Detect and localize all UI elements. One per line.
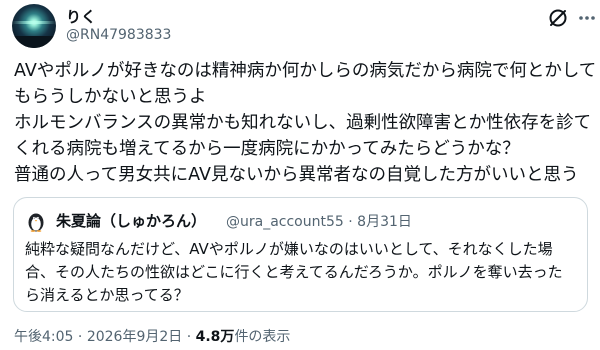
quoted-text-line: ら消えるとか思ってる？ bbox=[25, 286, 189, 304]
tweet-text-line: ホルモンバランスの異常かも知れないし、過剰性欲障害とか性依存を診て bbox=[14, 113, 592, 133]
more-icon[interactable] bbox=[578, 10, 596, 26]
quoted-author-handle[interactable]: @ura_account55 bbox=[226, 214, 344, 230]
avatar-glow bbox=[12, 21, 56, 24]
footer-separator: · bbox=[186, 329, 192, 345]
author-avatar[interactable] bbox=[12, 4, 56, 48]
penguin-icon[interactable] bbox=[25, 210, 47, 232]
avatar-ground bbox=[12, 36, 56, 48]
quoted-tweet-text: 純粋な疑問なんだけど、AVやポルノが嫌いなのはいいとして、それなくした場 合、そ… bbox=[25, 238, 581, 307]
tweet-text-line: もらうしかないと思うよ bbox=[14, 87, 207, 107]
quoted-text-line: 合、その人たちの性欲はどこに行くと考えてるんだろうか。ポルノを奪い去った bbox=[25, 263, 563, 281]
quoted-meta-separator: · bbox=[348, 214, 353, 230]
views-count[interactable]: 4.8万 bbox=[196, 329, 235, 345]
grok-icon[interactable] bbox=[547, 7, 569, 29]
quoted-tweet[interactable]: 朱夏論（しゅかろん） @ura_account55 · 8月31日 純粋な疑問な… bbox=[13, 197, 588, 312]
tweet-time[interactable]: 午後4:05 bbox=[14, 329, 73, 345]
views-label: 件の表示 bbox=[234, 329, 291, 345]
tweet-text-line: くれる病院も増えてるから一度病院にかかってみたらどうかな？ bbox=[14, 139, 520, 159]
tweet-date[interactable]: 2026年9月2日 bbox=[87, 329, 182, 345]
author-handle[interactable]: @RN47983833 bbox=[66, 27, 171, 43]
quoted-author-meta: @ura_account55 · 8月31日 bbox=[226, 211, 412, 231]
tweet-card: りく @RN47983833 AVやポルノが好きなのは精神病か何かしらの病気だか… bbox=[0, 0, 600, 350]
quoted-author-display-name[interactable]: 朱夏論（しゅかろん） bbox=[56, 210, 206, 231]
quoted-text-line: 純粋な疑問なんだけど、AVやポルノが嫌いなのはいいとして、それなくした場 bbox=[25, 240, 553, 258]
tweet-text: AVやポルノが好きなのは精神病か何かしらの病気だから病院で何とかして もらうしか… bbox=[14, 58, 596, 188]
quoted-tweet-date[interactable]: 8月31日 bbox=[357, 214, 412, 230]
footer-separator: · bbox=[77, 329, 83, 345]
tweet-footer: 午後4:05 · 2026年9月2日 · 4.8万件の表示 bbox=[14, 326, 290, 346]
author-display-name[interactable]: りく bbox=[66, 6, 96, 27]
tweet-text-line: 普通の人って男女共にAV見ないから異常者なの自覚した方がいいと思う bbox=[14, 165, 579, 185]
tweet-text-line: AVやポルノが好きなのは精神病か何かしらの病気だから病院で何とかして bbox=[14, 61, 597, 81]
